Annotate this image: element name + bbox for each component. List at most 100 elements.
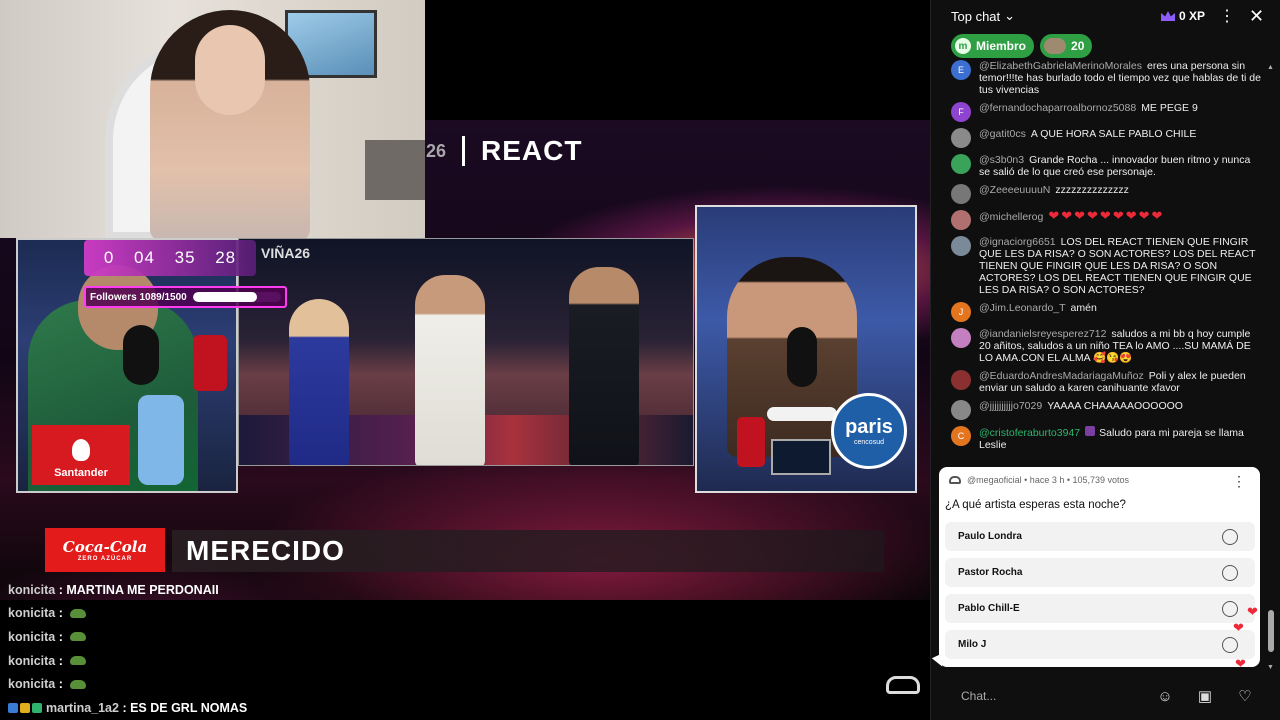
xp-badge[interactable]: 0 XP: [1161, 9, 1205, 23]
chat-message[interactable]: @ZeeeeuuuuN zzzzzzzzzzzzzz: [951, 184, 1261, 204]
more-options-icon[interactable]: ⋮: [1219, 6, 1235, 26]
avatar[interactable]: [951, 128, 971, 148]
avatar[interactable]: [951, 236, 971, 256]
avatar[interactable]: J: [951, 302, 971, 322]
avatar[interactable]: [951, 210, 971, 230]
message-author[interactable]: @Jim.Leonardo_T: [979, 302, 1066, 314]
plane-model: [767, 407, 837, 421]
emoji-icon[interactable]: ☺: [1154, 685, 1176, 707]
cocacola-brand: Coca-Cola: [62, 538, 148, 556]
stream-chat-user: martina_1a2: [46, 700, 119, 715]
chat-message[interactable]: @s3b0n3 Grande Rocha ... innovador buen r…: [951, 154, 1261, 178]
stream-chat-user: konicita: [8, 606, 56, 621]
chat-message[interactable]: @gatit0cs A QUE HORA SALE PABLO CHILE: [951, 128, 1261, 148]
chat-input-bar: ☺ ▣ ♡: [931, 678, 1280, 714]
message-author[interactable]: @fernandochaparroalbornoz5088: [979, 102, 1136, 114]
video-player[interactable]: 26 REACT Santander VIÑA26 paris cencosud…: [0, 0, 930, 720]
close-icon[interactable]: ✕: [1249, 6, 1264, 27]
avatar[interactable]: F: [951, 102, 971, 122]
poll-option-label: Pablo Chill-E: [958, 603, 1020, 614]
chat-message[interactable]: @iandanielsreyesperez712 saludos a mi bb …: [951, 328, 1261, 364]
poll-radio[interactable]: [1222, 528, 1238, 545]
badge-icon: [20, 702, 30, 713]
member-label: Miembro: [976, 39, 1027, 53]
message-body: @jjjjjjjjjjo7029 YAAAA CHAAAAAOOOOOO: [979, 400, 1183, 420]
message-author[interactable]: @EduardoAndresMadariagaMuñoz: [979, 370, 1144, 382]
stream-chat-sep: :: [55, 582, 67, 597]
chat-message[interactable]: @EduardoAndresMadariagaMuñoz Poli y alex …: [951, 370, 1261, 394]
floating-heart-icon: ❤: [1235, 656, 1246, 671]
message-author[interactable]: @ZeeeeuuuuN: [979, 184, 1050, 196]
poll-option[interactable]: Paulo Londra: [945, 522, 1255, 551]
scrollbar-thumb[interactable]: [1268, 610, 1274, 652]
chat-message[interactable]: @michellerog ❤❤❤❤❤❤❤❤❤: [951, 209, 1261, 230]
super-chat-icon[interactable]: ▣: [1194, 685, 1216, 707]
poll-more-icon[interactable]: ⋮: [1232, 473, 1246, 490]
chat-message[interactable]: C @cristoferaburto3947 Saludo para mi pare…: [951, 426, 1261, 451]
poll-radio[interactable]: [1222, 600, 1238, 617]
message-author[interactable]: @ignaciorg6651: [979, 236, 1056, 248]
paris-sub: cencosud: [854, 439, 884, 446]
scroll-down-icon[interactable]: ▼: [1267, 664, 1274, 671]
presenter-man: [569, 267, 639, 465]
poll-option[interactable]: Milo J: [945, 630, 1255, 659]
avatar[interactable]: [951, 154, 971, 174]
streamer-face: [195, 25, 265, 115]
message-author[interactable]: @cristoferaburto3947: [979, 427, 1080, 439]
message-author[interactable]: @jjjjjjjjjjo7029: [979, 400, 1042, 412]
message-body: @ignaciorg6651 LOS DEL REACT TIENEN QUE F…: [979, 236, 1261, 296]
scroll-up-icon[interactable]: ▲: [1267, 64, 1274, 71]
avatar-initial: E: [957, 65, 964, 75]
poll-option[interactable]: Pablo Chill-E: [945, 594, 1255, 623]
reaction-image-icon: [1044, 38, 1067, 54]
member-chip[interactable]: m Miembro: [951, 34, 1035, 58]
timer-hours: 04: [134, 248, 155, 267]
avatar-initial: F: [958, 107, 964, 117]
chat-message[interactable]: J @Jim.Leonardo_T amén: [951, 302, 1261, 322]
message-author[interactable]: @s3b0n3: [979, 154, 1024, 166]
chat-message[interactable]: F @fernandochaparroalbornoz5088 ME PEGE 9: [951, 102, 1261, 122]
subathon-timer: 0 04 35 28: [84, 240, 256, 276]
poll-radio[interactable]: [1222, 564, 1238, 581]
cocacola-logo: Coca-Cola ZERO AZÚCAR: [45, 528, 165, 572]
top-chat-dropdown[interactable]: Top chat ⌄: [951, 8, 1015, 24]
message-author[interactable]: @gatit0cs: [979, 128, 1026, 140]
chat-message[interactable]: @jjjjjjjjjjo7029 YAAAA CHAAAAAOOOOOO: [951, 400, 1261, 420]
chat-message[interactable]: @ignaciorg6651 LOS DEL REACT TIENEN QUE F…: [951, 236, 1261, 296]
avatar[interactable]: [951, 370, 971, 390]
stream-chat-user: konicita: [8, 629, 56, 644]
poll-option[interactable]: Pastor Rocha: [945, 558, 1255, 587]
followers-progress-bar: [192, 292, 281, 302]
avatar[interactable]: E: [951, 60, 971, 80]
paris-logo: paris cencosud: [831, 393, 907, 469]
stream-chat-sep: :: [118, 700, 131, 715]
chevron-down-icon: ⌄: [1004, 8, 1016, 23]
timer-days: 0: [103, 248, 115, 267]
avatar[interactable]: C: [951, 426, 971, 446]
live-chat-panel: Top chat ⌄ 0 XP ⋮ ✕ m Miembro 20 E @Eliza…: [930, 0, 1280, 720]
stream-chat-sep: :: [55, 606, 67, 621]
heart-reaction-icon[interactable]: ♡: [1234, 685, 1256, 707]
avatar[interactable]: [951, 400, 971, 420]
member-icon: m: [955, 38, 971, 54]
poll-radio[interactable]: [1222, 636, 1238, 653]
top-chat-label: Top chat: [951, 8, 1001, 24]
message-author[interactable]: @ElizabethGabrielaMerinoMorales: [979, 60, 1142, 72]
message-author[interactable]: @michellerog: [979, 211, 1043, 223]
chat-scrollbar[interactable]: ▲ ▼: [1267, 64, 1275, 671]
react-banner: 26 REACT: [426, 135, 582, 167]
poll-card: @megaoficial • hace 3 h • 105,739 votos …: [939, 467, 1260, 667]
avatar-initial: J: [958, 307, 964, 317]
avatar[interactable]: [951, 184, 971, 204]
timer-minutes: 35: [174, 248, 196, 267]
chat-message[interactable]: E @ElizabethGabrielaMerinoMorales eres una…: [951, 60, 1261, 96]
stream-chat-sep: :: [55, 629, 67, 644]
reactions-chip[interactable]: 20: [1040, 34, 1093, 58]
presenter-woman: [289, 299, 349, 465]
message-author[interactable]: @iandanielsreyesperez712: [979, 328, 1106, 340]
poll-option-label: Milo J: [958, 639, 987, 650]
chat-input[interactable]: [951, 681, 1147, 711]
avatar[interactable]: [951, 328, 971, 348]
stream-chat-line: martina_1a2 : ES DE GRL NOMAS: [8, 696, 608, 720]
react-title: REACT: [481, 135, 583, 166]
